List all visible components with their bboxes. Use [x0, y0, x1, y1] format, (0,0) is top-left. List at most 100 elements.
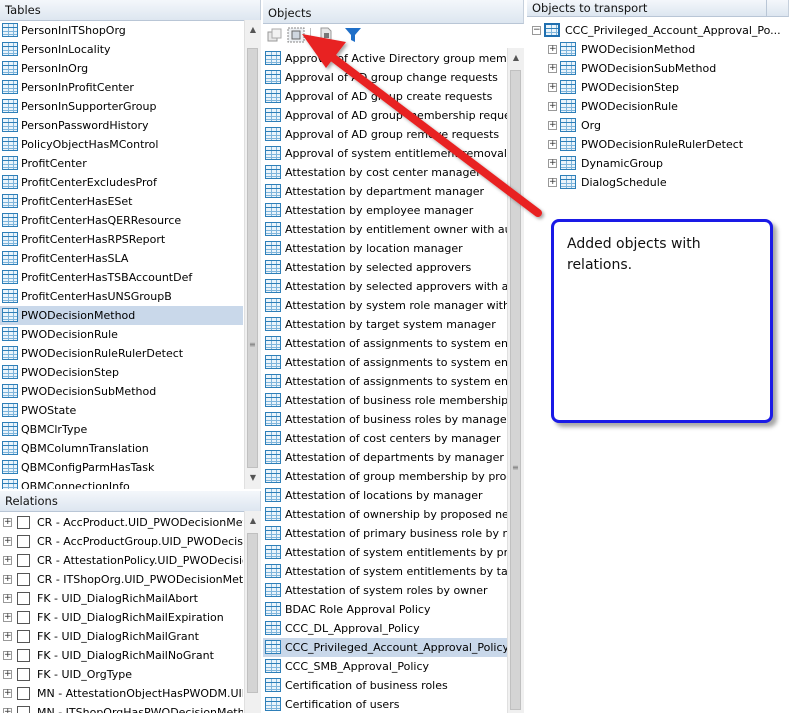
list-item[interactable]: Certification of users [263, 695, 507, 713]
list-item[interactable]: QBMColumnTranslation [0, 439, 243, 458]
list-item[interactable]: Attestation of assignments to system ent… [263, 372, 507, 391]
list-item[interactable]: ProfitCenterHasSLA [0, 249, 243, 268]
relation-item[interactable]: + MN - ITShopOrgHasPWODecisionMethod.U [0, 703, 243, 713]
list-item[interactable]: Attestation of assignments to system ent… [263, 353, 507, 372]
relation-checkbox[interactable] [17, 630, 30, 643]
transport-item[interactable]: + Org [527, 116, 789, 135]
list-item[interactable]: BDAC Role Approval Policy [263, 600, 507, 619]
transport-item[interactable]: + PWODecisionMethod [527, 40, 789, 59]
relation-checkbox[interactable] [17, 668, 30, 681]
list-item[interactable]: PersonInLocality [0, 40, 243, 59]
relation-item[interactable]: + CR - AccProduct.UID_PWODecisionMethod [0, 513, 243, 532]
expand-icon[interactable]: + [3, 518, 12, 527]
expand-icon[interactable]: + [548, 159, 557, 168]
list-item[interactable]: ProfitCenter [0, 154, 243, 173]
filter-icon[interactable] [344, 27, 362, 43]
collapse-icon[interactable]: − [532, 26, 541, 35]
objects-scrollbar[interactable]: ▲ ≡ [507, 48, 524, 713]
relation-item[interactable]: + MN - AttestationObjectHasPWODM.UID_P [0, 684, 243, 703]
tables-scrollbar[interactable]: ▲ ≡ ▼ [244, 20, 261, 489]
transport-item[interactable]: + PWODecisionRule [527, 97, 789, 116]
list-item[interactable]: QBMClrType [0, 420, 243, 439]
scroll-up-icon[interactable]: ▲ [508, 50, 524, 66]
list-item[interactable]: Attestation by entitlement owner with au… [263, 220, 507, 239]
list-item[interactable]: Approval of AD group remove requests [263, 125, 507, 144]
expand-icon[interactable]: + [3, 651, 12, 660]
transport-item[interactable]: + PWODecisionSubMethod [527, 59, 789, 78]
scroll-up-icon[interactable]: ▲ [245, 22, 261, 38]
relation-item[interactable]: + FK - UID_DialogRichMailExpiration [0, 608, 243, 627]
relation-checkbox[interactable] [17, 516, 30, 529]
relation-checkbox[interactable] [17, 706, 30, 713]
relation-item[interactable]: + CR - AccProductGroup.UID_PWODecisionMe [0, 532, 243, 551]
relation-item[interactable]: + CR - ITShopOrg.UID_PWODecisionMethod [0, 570, 243, 589]
expand-icon[interactable]: + [548, 64, 557, 73]
list-item[interactable]: QBMConfigParmHasTask [0, 458, 243, 477]
list-item[interactable]: Approval of AD group membership requests [263, 106, 507, 125]
expand-icon[interactable]: + [3, 575, 12, 584]
expand-icon[interactable]: + [548, 140, 557, 149]
expand-icon[interactable]: + [548, 83, 557, 92]
expand-icon[interactable]: + [3, 689, 12, 698]
transport-item[interactable]: + PWODecisionRuleRulerDetect [527, 135, 789, 154]
list-item[interactable]: PersonInProfitCenter [0, 78, 243, 97]
list-item[interactable]: ProfitCenterHasTSBAccountDef [0, 268, 243, 287]
list-item[interactable]: CCC_Privileged_Account_Approval_Policy [263, 638, 507, 657]
list-item[interactable]: Approval of AD group create requests [263, 87, 507, 106]
relation-checkbox[interactable] [17, 611, 30, 624]
list-item[interactable]: Attestation by system role manager with … [263, 296, 507, 315]
scroll-up-icon[interactable]: ▲ [245, 513, 261, 529]
list-item[interactable]: ProfitCenterHasQERResource [0, 211, 243, 230]
relation-checkbox[interactable] [17, 535, 30, 548]
relation-item[interactable]: + FK - UID_OrgType [0, 665, 243, 684]
list-item[interactable]: CCC_SMB_Approval_Policy [263, 657, 507, 676]
expand-icon[interactable]: + [3, 632, 12, 641]
list-item[interactable]: Attestation by selected approvers [263, 258, 507, 277]
expand-icon[interactable]: + [3, 708, 12, 713]
scroll-down-icon[interactable]: ▼ [245, 470, 261, 486]
expand-icon[interactable]: + [548, 178, 557, 187]
expand-icon[interactable]: + [3, 556, 12, 565]
list-item[interactable]: Approval of Active Directory group membe… [263, 49, 507, 68]
scroll-thumb[interactable] [247, 48, 258, 468]
list-item[interactable]: Certification of business roles [263, 676, 507, 695]
list-item[interactable]: Attestation of cost centers by manager [263, 429, 507, 448]
list-item[interactable]: ProfitCenterHasUNSGroupB [0, 287, 243, 306]
list-item[interactable]: Attestation of system entitlements by ta… [263, 562, 507, 581]
list-item[interactable]: Attestation of departments by manager [263, 448, 507, 467]
expand-icon[interactable]: + [3, 613, 12, 622]
transport-item[interactable]: + DynamicGroup [527, 154, 789, 173]
list-item[interactable]: PWODecisionRule [0, 325, 243, 344]
list-item[interactable]: QBMConnectionInfo [0, 477, 243, 489]
list-item[interactable]: Attestation of business role membership … [263, 391, 507, 410]
list-item[interactable]: PWOState [0, 401, 243, 420]
transport-item[interactable]: + PWODecisionStep [527, 78, 789, 97]
list-item[interactable]: Attestation of group membership by produ… [263, 467, 507, 486]
add-with-relations-icon[interactable] [287, 27, 305, 43]
list-item[interactable]: Approval of AD group change requests [263, 68, 507, 87]
list-item[interactable]: Attestation by cost center manager [263, 163, 507, 182]
list-item[interactable]: ProfitCenterHasESet [0, 192, 243, 211]
list-item[interactable]: Attestation by target system manager [263, 315, 507, 334]
list-item[interactable]: Attestation by employee manager [263, 201, 507, 220]
list-item[interactable]: Attestation of system roles by owner [263, 581, 507, 600]
list-item[interactable]: ProfitCenterHasRPSReport [0, 230, 243, 249]
relations-scrollbar[interactable]: ▲ [244, 511, 261, 713]
document-icon[interactable] [317, 27, 335, 43]
expand-icon[interactable]: + [548, 45, 557, 54]
list-item[interactable]: Attestation of locations by manager [263, 486, 507, 505]
list-item[interactable]: PWODecisionRuleRulerDetect [0, 344, 243, 363]
list-item[interactable]: PWODecisionMethod [0, 306, 243, 325]
scroll-thumb[interactable] [247, 533, 258, 693]
list-item[interactable]: Attestation by selected approvers with a… [263, 277, 507, 296]
list-item[interactable]: Attestation of system entitlements by pr… [263, 543, 507, 562]
list-item[interactable]: Attestation of assignments to system ent… [263, 334, 507, 353]
list-item[interactable]: Attestation of primary business role by … [263, 524, 507, 543]
list-item[interactable]: Attestation by location manager [263, 239, 507, 258]
relation-item[interactable]: + FK - UID_DialogRichMailGrant [0, 627, 243, 646]
expand-icon[interactable]: + [3, 594, 12, 603]
expand-icon[interactable]: + [3, 537, 12, 546]
relation-checkbox[interactable] [17, 554, 30, 567]
list-item[interactable]: PersonPasswordHistory [0, 116, 243, 135]
copy-icon[interactable] [266, 27, 284, 43]
